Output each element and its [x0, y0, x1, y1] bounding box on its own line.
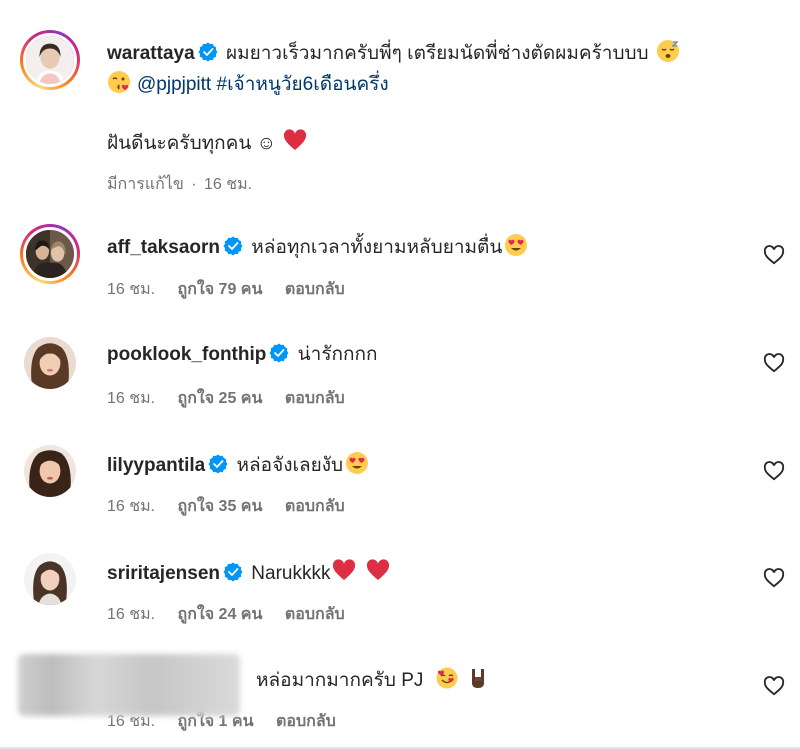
heart-outline-icon[interactable] — [763, 568, 785, 588]
caption-text-line2: ฝันดีนะครับทุกคน ☺ — [107, 133, 277, 154]
commenter-avatar-image — [24, 445, 76, 497]
commenter-username[interactable]: sriritajensen — [107, 563, 220, 584]
heart-outline-icon[interactable] — [763, 461, 785, 481]
commenter-avatar[interactable] — [24, 337, 76, 389]
heart-outline-icon[interactable] — [763, 676, 785, 696]
verified-badge-icon — [198, 42, 218, 62]
caption-text: ผมยาวเร็วมากครับพี่ๆ เตรียมนัดพี่ช่างตัด… — [225, 43, 649, 64]
comment-text: หล่อจังเลยงับ — [236, 455, 344, 476]
reply-button[interactable]: ตอบกลับ — [285, 277, 345, 302]
verified-badge-icon — [223, 562, 243, 582]
commenter-avatar-image — [26, 230, 74, 278]
edited-label: มีการแก้ไข — [107, 176, 184, 193]
smiling-face-with-hearts-emoji — [436, 667, 458, 689]
red-heart-emoji — [333, 559, 356, 580]
comment-likes[interactable]: ถูกใจ 25 คน — [178, 386, 263, 411]
poster-avatar[interactable] — [20, 30, 80, 90]
comment-likes[interactable]: ถูกใจ 35 คน — [178, 494, 263, 519]
comment-time[interactable]: 16 ชม. — [107, 386, 155, 411]
comment-text: Narukkkk — [251, 563, 331, 584]
comment-text: หล่อทุกเวลาทั้งยามหลับยามตื่น — [251, 237, 503, 258]
commenter-username[interactable]: aff_taksaorn — [107, 237, 220, 258]
comment-text: น่ารักกกก — [297, 344, 378, 365]
commenter-avatar[interactable] — [24, 445, 76, 497]
reply-button[interactable]: ตอบกลับ — [285, 386, 345, 411]
heart-outline-icon[interactable] — [763, 245, 785, 265]
sign-of-horns-emoji — [471, 669, 484, 688]
commenter-username[interactable]: lilyypantila — [107, 455, 205, 476]
reply-button[interactable]: ตอบกลับ — [285, 602, 345, 627]
commenter-username[interactable]: pooklook_fonthip — [107, 344, 266, 365]
red-heart-emoji — [366, 559, 389, 580]
verified-badge-icon — [269, 343, 289, 363]
comment-likes[interactable]: ถูกใจ 79 คน — [178, 277, 263, 302]
commenter-avatar[interactable] — [20, 224, 80, 284]
comment-text: หล่อมากมากครับ PJ — [256, 670, 424, 691]
comment-time[interactable]: 16 ชม. — [107, 277, 155, 302]
comment-likes[interactable]: ถูกใจ 24 คน — [178, 602, 263, 627]
comment-time[interactable]: 16 ชม. — [107, 494, 155, 519]
heart-eyes-emoji — [505, 234, 528, 256]
commenter-avatar[interactable] — [24, 553, 76, 605]
red-heart-emoji — [284, 129, 307, 150]
verified-badge-icon — [208, 454, 228, 474]
commenter-avatar-image — [24, 553, 76, 605]
verified-badge-icon — [223, 236, 243, 256]
poster-username[interactable]: warattaya — [107, 43, 195, 64]
heart-outline-icon[interactable] — [763, 353, 785, 373]
reply-button[interactable]: ตอบกลับ — [276, 709, 336, 734]
poster-avatar-image — [26, 36, 74, 84]
blurred-user-region — [18, 654, 240, 716]
face-blowing-kiss-emoji — [108, 71, 130, 93]
comment-time[interactable]: 16 ชม. — [107, 602, 155, 627]
post-time[interactable]: 16 ชม. — [204, 172, 252, 197]
meta-separator: · — [191, 176, 197, 193]
heart-eyes-emoji — [346, 452, 369, 474]
commenter-avatar-image — [24, 337, 76, 389]
reply-button[interactable]: ตอบกลับ — [285, 494, 345, 519]
sleeping-face-emoji — [656, 40, 679, 62]
hashtag-link[interactable]: #เจ้าหนูวัย6เดือนครึ่ง — [217, 74, 389, 95]
mention-link[interactable]: @pjpjpitt — [137, 74, 211, 95]
